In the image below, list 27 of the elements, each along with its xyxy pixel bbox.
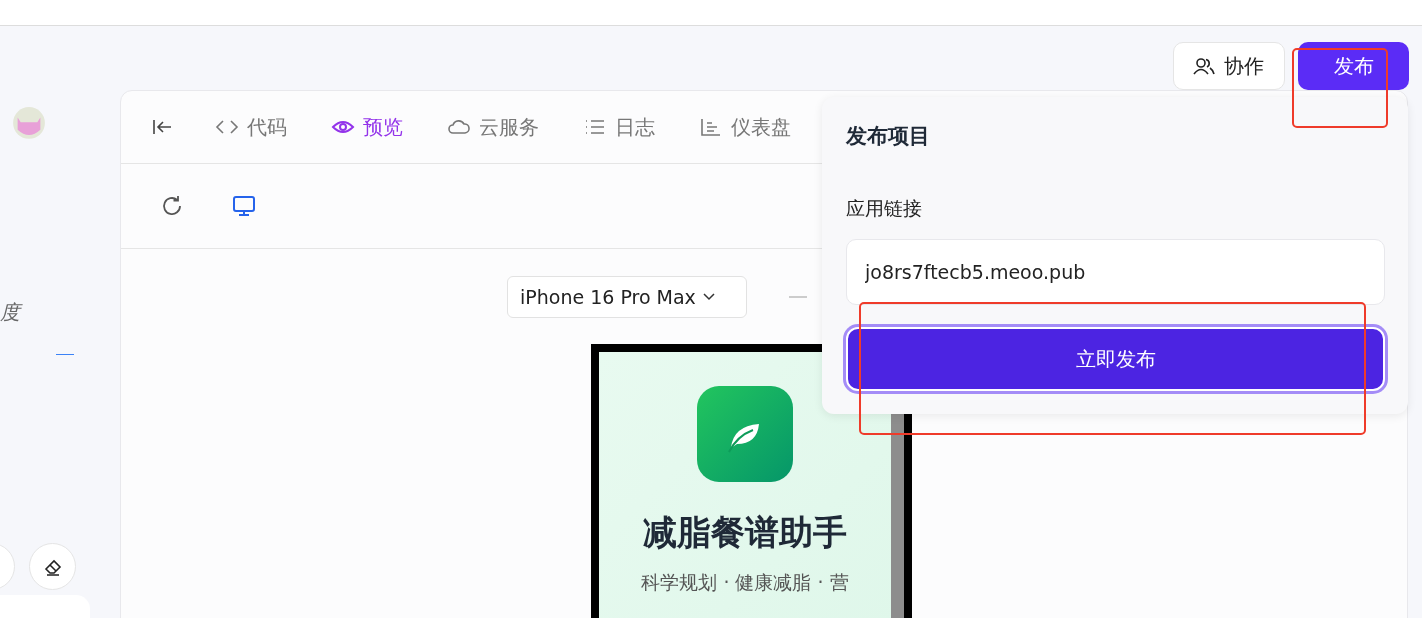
chevron-down-icon bbox=[701, 292, 716, 302]
chart-icon bbox=[699, 118, 723, 136]
monitor-icon[interactable] bbox=[232, 194, 256, 218]
app-subtitle: 科学规划 · 健康减脂 · 营 bbox=[641, 570, 849, 595]
tab[interactable]: 仪表盘 bbox=[699, 113, 791, 141]
tab[interactable]: 日志 bbox=[583, 113, 655, 141]
tab[interactable]: 预览 bbox=[331, 113, 403, 141]
list-icon bbox=[583, 118, 607, 136]
sidebar-label: 度 bbox=[0, 298, 28, 326]
leaf-icon bbox=[697, 386, 793, 482]
tab[interactable]: 云服务 bbox=[447, 113, 539, 141]
code-icon bbox=[215, 118, 239, 136]
tab[interactable]: 代码 bbox=[215, 113, 287, 141]
app-title: 减脂餐谱助手 bbox=[643, 511, 847, 554]
publish-now-button[interactable]: 立即发布 bbox=[846, 327, 1385, 391]
device-select[interactable]: iPhone 16 Pro Max bbox=[507, 276, 747, 318]
refresh-icon[interactable] bbox=[160, 194, 184, 218]
link-field[interactable]: jo8rs7ftecb5.meoo.pub bbox=[846, 239, 1385, 305]
eye-icon bbox=[331, 118, 355, 136]
people-icon bbox=[1192, 56, 1216, 76]
minus-icon[interactable] bbox=[56, 353, 74, 356]
cloud-icon bbox=[447, 118, 471, 136]
field-label: 应用链接 bbox=[846, 196, 923, 221]
popover-title: 发布项目 bbox=[846, 123, 931, 150]
eraser-button[interactable] bbox=[29, 543, 76, 591]
collaborate-button[interactable]: 协作 bbox=[1173, 42, 1285, 90]
publish-button[interactable]: 发布 bbox=[1298, 42, 1409, 90]
